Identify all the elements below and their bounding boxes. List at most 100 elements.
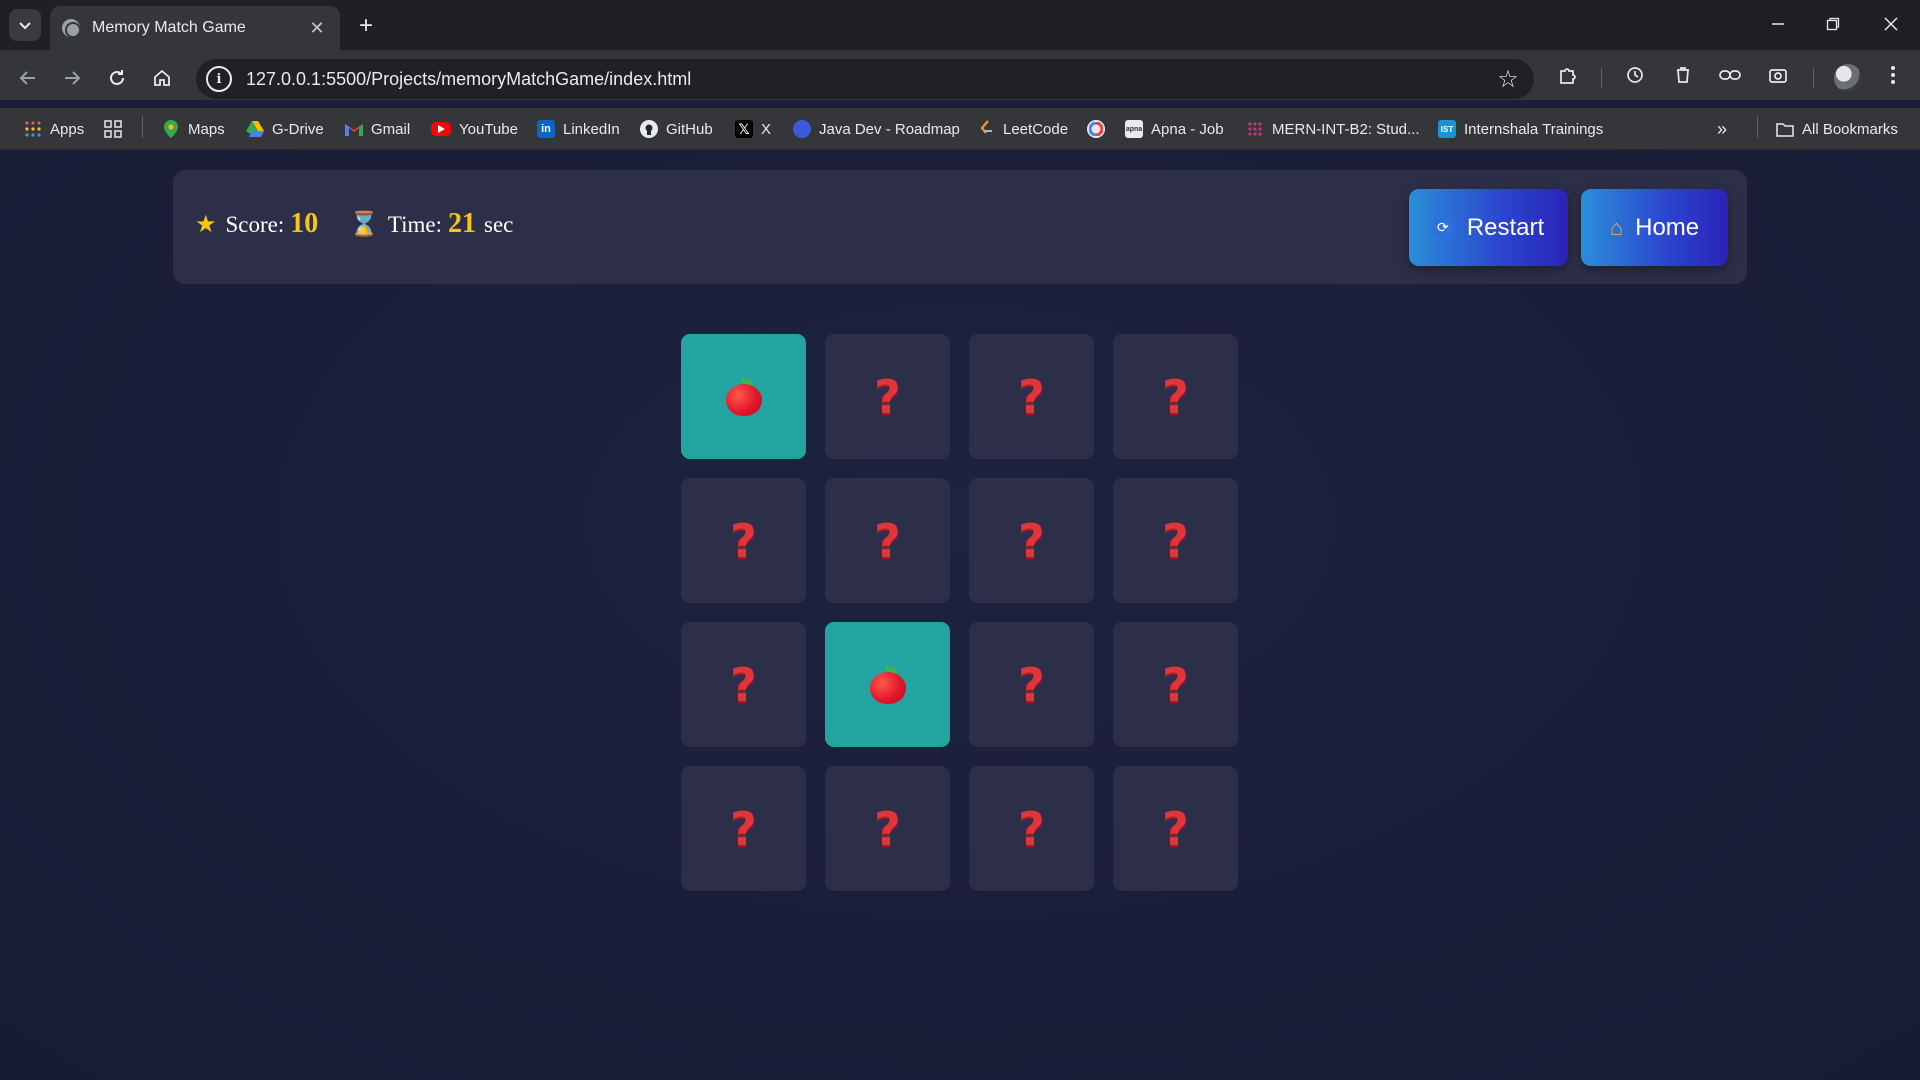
bookmark-label: LinkedIn: [563, 120, 620, 138]
bookmark-apna-job[interactable]: apna Apna - Job: [1125, 117, 1224, 141]
double-chevron-right-icon: »: [1717, 118, 1728, 139]
history-button[interactable]: [1619, 59, 1651, 91]
home-button[interactable]: ⌂ Home: [1581, 189, 1728, 266]
menu-button[interactable]: [1877, 59, 1909, 91]
bookmark-leetcode[interactable]: LeetCode: [977, 117, 1068, 141]
forward-button[interactable]: [56, 62, 88, 94]
bookmark-internshala[interactable]: IST Internshala Trainings: [1438, 117, 1603, 141]
refresh-icon: ⟳: [1432, 217, 1453, 238]
bookmark-label: Java Dev - Roadmap: [819, 120, 960, 138]
bookmark-maps[interactable]: Maps: [162, 117, 225, 141]
bookmark-unnamed[interactable]: [1087, 117, 1113, 141]
bookmark-label: YouTube: [459, 120, 518, 138]
all-bookmarks-button[interactable]: All Bookmarks: [1776, 117, 1898, 141]
memory-card[interactable]: ?: [681, 766, 806, 891]
time-unit: sec: [484, 212, 514, 237]
memory-card[interactable]: ?: [1113, 478, 1238, 603]
bookmark-label: LeetCode: [1003, 120, 1069, 138]
address-bar[interactable]: i 127.0.0.1:5500/Projects/memoryMatchGam…: [196, 59, 1534, 99]
game-header: ★ Score: 10 ⌛ Time: 21 sec ⟳ Restart ⌂ H…: [173, 170, 1747, 284]
home-page-button[interactable]: [146, 62, 178, 94]
bookmark-linkedin[interactable]: in LinkedIn: [537, 117, 620, 141]
trash-icon: [1677, 67, 1689, 83]
reload-icon: [110, 70, 124, 85]
browser-tab[interactable]: Memory Match Game ✕: [50, 6, 340, 50]
tab-title: Memory Match Game: [92, 19, 246, 36]
bookmarks-overflow-button[interactable]: »: [1717, 117, 1727, 141]
memory-card-flipped[interactable]: [681, 334, 806, 459]
memory-card[interactable]: ?: [825, 478, 950, 603]
bookmark-x[interactable]: 𝕏 X: [735, 117, 771, 141]
question-mark-icon: ?: [874, 513, 901, 568]
memory-card[interactable]: ?: [969, 766, 1094, 891]
house-icon: ⌂: [1609, 214, 1624, 240]
arrow-left-icon: [19, 71, 35, 85]
tab-strip: Memory Match Game ✕ +: [0, 0, 1920, 50]
restore-icon: [1826, 17, 1840, 31]
youtube-icon: [431, 122, 451, 136]
bookmark-g-drive[interactable]: G-Drive: [246, 117, 324, 141]
bookmark-tab-groups[interactable]: [104, 117, 130, 141]
question-mark-icon: ?: [1162, 369, 1189, 424]
bookmark-java-dev-roadmap[interactable]: Java Dev - Roadmap: [793, 117, 960, 141]
camera-icon: [1769, 69, 1787, 83]
memory-card[interactable]: ?: [825, 334, 950, 459]
time-label: Time:: [387, 212, 443, 237]
tab-search-button[interactable]: [9, 9, 41, 41]
bookmark-label: X: [761, 120, 772, 138]
apple-icon: [868, 665, 908, 704]
bookmark-github[interactable]: GitHub: [640, 117, 713, 141]
close-tab-icon[interactable]: ✕: [306, 17, 328, 39]
score-label: Score:: [225, 212, 285, 237]
reload-button[interactable]: [101, 62, 133, 94]
trash-button[interactable]: [1667, 59, 1699, 91]
question-mark-icon: ?: [1162, 801, 1189, 856]
memory-card[interactable]: ?: [969, 478, 1094, 603]
apple-icon: [724, 377, 764, 416]
memory-card[interactable]: ?: [969, 622, 1094, 747]
screenshot-button[interactable]: [1762, 59, 1794, 91]
memory-card[interactable]: ?: [969, 334, 1094, 459]
toolbar-divider: [1813, 68, 1814, 88]
minimize-icon: [1772, 23, 1784, 25]
memory-card[interactable]: ?: [1113, 334, 1238, 459]
memory-card[interactable]: ?: [1113, 766, 1238, 891]
close-window-button[interactable]: [1871, 8, 1911, 40]
bookmark-label: Internshala Trainings: [1464, 120, 1604, 138]
restart-button[interactable]: ⟳ Restart: [1409, 189, 1568, 266]
bookmark-label: Apna - Job: [1151, 120, 1224, 138]
star-icon: ★: [195, 210, 217, 238]
brand-logo-icon: [1087, 120, 1105, 138]
question-mark-icon: ?: [1018, 513, 1045, 568]
score-display: ★ Score: 10: [195, 208, 318, 240]
url-text[interactable]: 127.0.0.1:5500/Projects/memoryMatchGame/…: [246, 69, 1488, 90]
memory-card[interactable]: ?: [681, 478, 806, 603]
restore-button[interactable]: [1813, 8, 1853, 40]
apps-grid-icon: [24, 120, 42, 138]
extensions-button[interactable]: [1552, 59, 1584, 91]
site-info-icon[interactable]: i: [206, 66, 232, 92]
memory-card[interactable]: ?: [1113, 622, 1238, 747]
time-display: ⌛ Time: 21 sec: [349, 208, 513, 240]
bookmark-divider: [142, 116, 143, 138]
link-button[interactable]: [1714, 59, 1746, 91]
bookmark-mern-int-b2[interactable]: MERN-INT-B2: Stud...: [1246, 117, 1420, 141]
bookmark-star-icon[interactable]: ☆: [1488, 59, 1528, 99]
bookmark-apps[interactable]: Apps: [24, 117, 84, 141]
memory-card[interactable]: ?: [681, 622, 806, 747]
roadmap-icon: [793, 120, 811, 138]
profile-avatar[interactable]: [1834, 64, 1862, 92]
leetcode-icon: [977, 120, 995, 138]
bookmark-label: GitHub: [666, 120, 713, 138]
new-tab-button[interactable]: +: [352, 12, 380, 40]
bookmark-gmail[interactable]: Gmail: [345, 117, 410, 141]
back-button[interactable]: [12, 62, 44, 94]
bookmark-youtube[interactable]: YouTube: [431, 117, 518, 141]
memory-card-flipped[interactable]: [825, 622, 950, 747]
chevron-down-icon: [19, 22, 31, 30]
minimize-button[interactable]: [1758, 8, 1798, 40]
memory-card[interactable]: ?: [825, 766, 950, 891]
question-mark-icon: ?: [730, 801, 757, 856]
kebab-menu-icon: [1891, 66, 1895, 84]
toolbar-divider: [1601, 68, 1602, 88]
